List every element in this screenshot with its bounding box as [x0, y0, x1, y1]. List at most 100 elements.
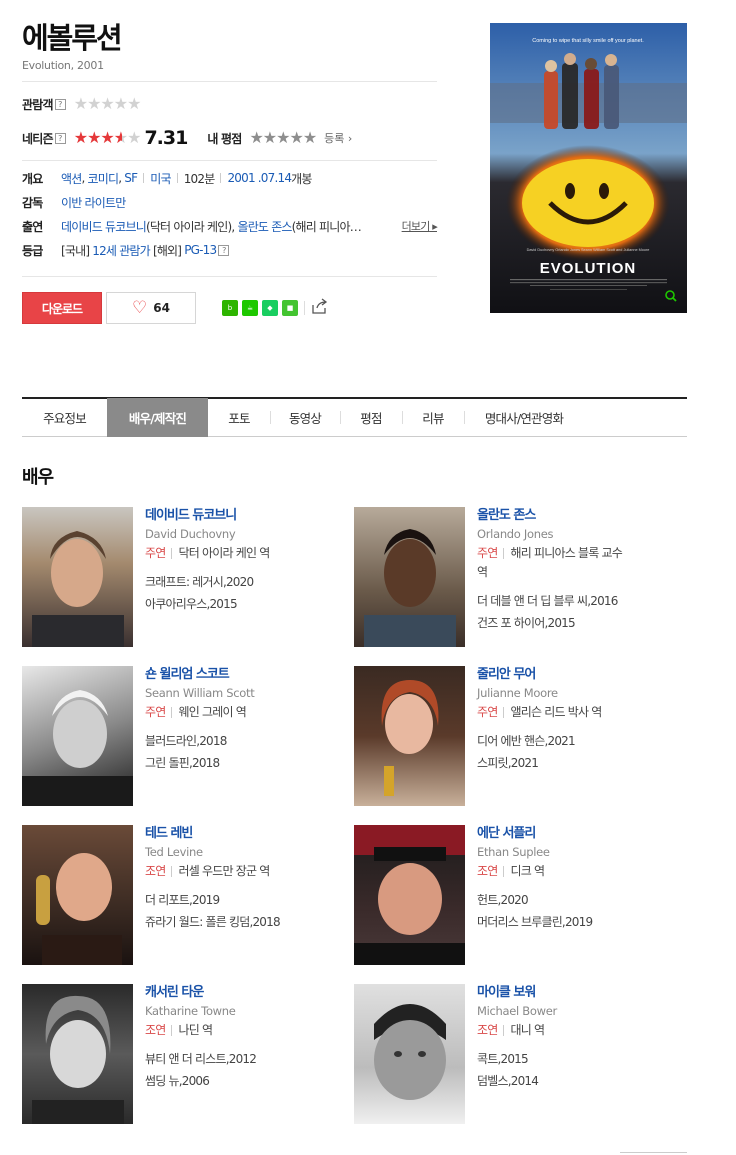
actor-name-link[interactable]: 에단 서플리 — [477, 825, 677, 843]
work-link[interactable]: 더 리포트,2019 — [145, 889, 345, 911]
actor-name-link[interactable]: 마이클 보워 — [477, 984, 677, 1002]
runtime: 102분 — [183, 171, 216, 186]
country-link[interactable]: 미국 — [150, 170, 171, 187]
tab-cast-crew[interactable]: 배우/제작진 — [107, 398, 208, 437]
tab-reviews[interactable]: 리뷰 — [402, 398, 464, 437]
actor-name-link[interactable]: 캐서린 타운 — [145, 984, 345, 1002]
netizen-rating: 네티즌 ? ★★★★★ 7.31 내 평점 ★★★★★ 등록 › — [22, 127, 437, 149]
work-link[interactable]: 뷰티 앤 더 리스트,2012 — [145, 1048, 345, 1070]
actor-english-name: Orlando Jones — [477, 527, 554, 541]
work-link[interactable]: 더 데블 앤 더 딥 블루 씨,2016 — [477, 590, 677, 612]
actor-works: 뷰티 앤 더 리스트,2012 썸딩 뉴,2006 — [145, 1048, 345, 1092]
divider — [22, 81, 437, 82]
cafe-share-icon[interactable]: ☕ — [242, 300, 258, 316]
poster-logo: EVOLUTION — [540, 260, 637, 277]
actor-role: 조연 대니 역 — [477, 1023, 545, 1037]
memo-share-icon[interactable]: ■ — [282, 300, 298, 316]
bookmark-share-icon[interactable]: ◆ — [262, 300, 278, 316]
genre-link[interactable]: SF — [124, 171, 138, 185]
netizen-stars: ★★★★★ — [73, 128, 142, 147]
poster-credits: David Duchovny Orlando Jones Seann Willi… — [527, 248, 650, 252]
grade-intl-link[interactable]: PG-13 — [184, 243, 217, 257]
share-icon[interactable] — [311, 298, 328, 318]
share-icons: b ☕ ◆ ■ — [222, 298, 328, 318]
help-icon[interactable]: ? — [54, 132, 66, 144]
work-link[interactable]: 썸딩 뉴,2006 — [145, 1070, 345, 1092]
tab-ratings[interactable]: 평점 — [340, 398, 402, 437]
work-link[interactable]: 크래프트: 레거시,2020 — [145, 571, 345, 593]
actor-english-name: Ethan Suplee — [477, 845, 550, 859]
actor-card: 테드 레빈 Ted Levine 조연 러셀 우드만 장군 역 더 리포트,201… — [22, 825, 352, 965]
actor-card: 캐서린 타운 Katharine Towne 조연 나딘 역 뷰티 앤 더 리스트… — [22, 984, 352, 1124]
tab-main-info[interactable]: 주요정보 — [22, 398, 107, 437]
movie-subtitle: Evolution, 2001 — [22, 59, 104, 72]
movie-info: 개요 액션, 코미디, SF 미국 102분 2001 .07.14 개봉 감독… — [22, 166, 438, 262]
actor-english-name: Michael Bower — [477, 1004, 557, 1018]
actor-photo[interactable] — [354, 507, 465, 647]
tab-photo[interactable]: 포토 — [208, 398, 270, 437]
actor-photo[interactable] — [354, 825, 465, 965]
work-link[interactable]: 머더리스 브루클린,2019 — [477, 911, 677, 933]
director-link[interactable]: 이반 라이트만 — [61, 194, 126, 211]
tab-video[interactable]: 동영상 — [270, 398, 340, 437]
grade-kr-link[interactable]: 12세 관람가 — [92, 242, 150, 259]
movie-poster[interactable]: Coming to wipe that silly smile off your… — [490, 23, 687, 313]
actor-name-link[interactable]: 테드 레빈 — [145, 825, 345, 843]
actor-photo[interactable] — [354, 666, 465, 806]
cast-label: 출연 — [22, 219, 43, 234]
poster-tagline: Coming to wipe that silly smile off your… — [532, 38, 644, 44]
actor-works: 더 리포트,2019 쥬라기 월드: 폴른 킹덤,2018 — [145, 889, 345, 933]
actor-name-link[interactable]: 데이비드 듀코브니 — [145, 507, 345, 525]
director-label: 감독 — [22, 195, 43, 210]
director-row: 감독 이반 라이트만 — [22, 190, 437, 214]
help-icon[interactable]: ? — [218, 244, 230, 256]
download-button[interactable]: 다운로드 — [22, 292, 102, 324]
cast-link[interactable]: 올란도 존스 — [237, 218, 292, 235]
work-link[interactable]: 아쿠아리우스,2015 — [145, 593, 345, 615]
actor-works: 콕트,2015 덤벨스,2014 — [477, 1048, 677, 1092]
heart-icon: ♡ — [132, 298, 148, 318]
actor-photo[interactable] — [22, 666, 133, 806]
register-rating-link[interactable]: 등록 › — [324, 130, 352, 146]
actor-photo[interactable] — [22, 984, 133, 1124]
tab-quotes-related[interactable]: 명대사/연관영화 — [464, 398, 584, 437]
work-link[interactable]: 헌트,2020 — [477, 889, 677, 911]
cast-link[interactable]: 데이비드 듀코브니 — [61, 218, 147, 235]
actor-role: 조연 디크 역 — [477, 864, 545, 878]
grade-prefix: [국내] — [61, 243, 90, 258]
genre-link[interactable]: 액션 — [61, 170, 82, 187]
more-cast-link[interactable]: 더보기 ▸ — [402, 218, 438, 234]
genre-link[interactable]: 코미디 — [88, 170, 120, 187]
actor-card: 숀 윌리엄 스코트 Seann William Scott 주연 웨인 그레이 역… — [22, 666, 352, 806]
grade-mid: [해외] — [152, 243, 182, 258]
work-link[interactable]: 콕트,2015 — [477, 1048, 677, 1070]
help-icon[interactable]: ? — [54, 98, 66, 110]
divider — [22, 160, 437, 161]
movie-title: 에볼루션 — [22, 21, 123, 55]
work-link[interactable]: 덤벨스,2014 — [477, 1070, 677, 1092]
work-link[interactable]: 건즈 포 하이어,2015 — [477, 612, 677, 634]
release-date-link[interactable]: 2001 .07.14 — [227, 171, 292, 185]
actor-name-link[interactable]: 올란도 존스 — [477, 507, 677, 525]
actor-english-name: Seann William Scott — [145, 686, 255, 700]
blog-share-icon[interactable]: b — [222, 300, 238, 316]
actor-card: 마이클 보워 Michael Bower 조연 대니 역 콕트,2015 덤벨스,… — [354, 984, 684, 1124]
actor-name-link[interactable]: 숀 윌리엄 스코트 — [145, 666, 345, 684]
actor-role-continued: 역 — [477, 565, 488, 579]
cast-role: (닥터 아이라 케인), — [145, 219, 235, 234]
actor-name-link[interactable]: 줄리안 무어 — [477, 666, 677, 684]
like-button[interactable]: ♡ 64 — [106, 292, 196, 324]
work-link[interactable]: 쥬라기 월드: 폴른 킹덤,2018 — [145, 911, 345, 933]
actor-photo[interactable] — [354, 984, 465, 1124]
work-link[interactable]: 스피릿,2021 — [477, 752, 677, 774]
actor-photo[interactable] — [22, 825, 133, 965]
actor-role: 주연 해리 피니아스 블록 교수 — [477, 546, 623, 560]
my-rating-stars[interactable]: ★★★★★ — [249, 129, 317, 147]
audience-rating: 관람객 ? ★★★★★ — [22, 93, 437, 115]
work-link[interactable]: 블러드라인,2018 — [145, 730, 345, 752]
work-link[interactable]: 디어 에반 핸슨,2021 — [477, 730, 677, 752]
actor-english-name: David Duchovny — [145, 527, 236, 541]
actor-photo[interactable] — [22, 507, 133, 647]
work-link[interactable]: 그린 돌핀,2018 — [145, 752, 345, 774]
actor-works: 블러드라인,2018 그린 돌핀,2018 — [145, 730, 345, 774]
